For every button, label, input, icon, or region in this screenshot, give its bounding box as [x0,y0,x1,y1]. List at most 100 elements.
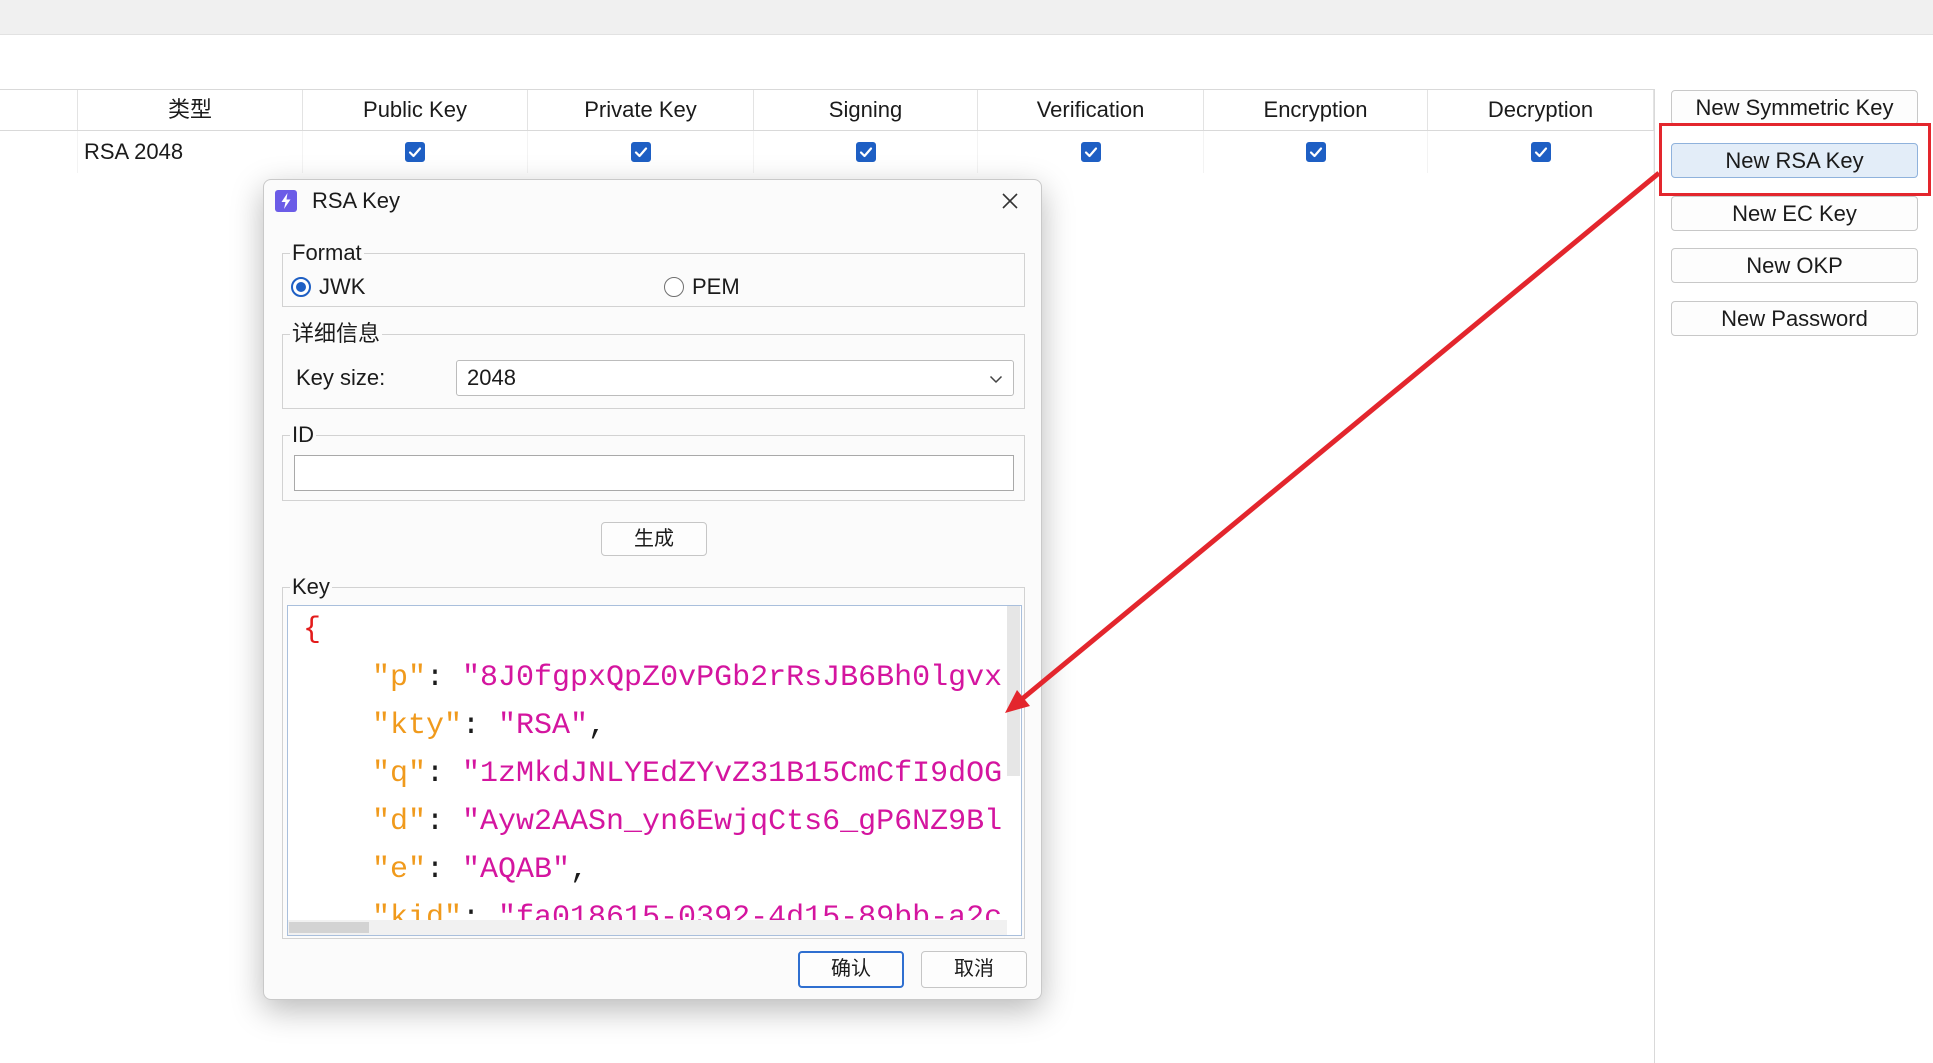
check-icon [634,147,647,158]
format-option-pem[interactable]: PEM [664,274,740,300]
json-comma: , [570,853,589,887]
cell-decryption [1428,131,1654,173]
json-line: "d": "Ayw2AASn_yn6EwjqCts6_gP6NZ9Bl [288,798,1007,846]
json-colon: : [462,709,481,743]
verification-checkbox[interactable] [1080,142,1101,162]
column-header-encryption[interactable]: Encryption [1204,90,1428,130]
check-icon [859,147,872,158]
close-button[interactable] [999,190,1021,212]
column-header-type[interactable]: 类型 [78,90,303,130]
json-comma: , [588,709,607,743]
json-line: "q": "1zMkdJNLYEdZYvZ31B15CmCfI9dOG [288,750,1007,798]
cell-verification [978,131,1204,173]
close-icon [1002,193,1018,209]
column-header-signing[interactable]: Signing [754,90,978,130]
json-value: "AQAB" [462,853,571,887]
json-key: "kty" [372,709,463,743]
column-header-private-key[interactable]: Private Key [528,90,754,130]
side-panel: New Symmetric Key New RSA Key New EC Key… [1654,89,1933,1063]
key-group: Key { "p": "8J0fgpxQpZ0vPGb2rRsJB6Bh0lgvx… [282,574,1025,939]
id-group-label: ID [290,422,316,448]
table-row[interactable]: RSA 2048 [0,131,1654,173]
key-size-label: Key size: [296,365,386,390]
arrow-shaft [1020,171,1661,701]
json-line: "p": "8J0fgpxQpZ0vPGb2rRsJB6Bh0lgvxl [288,654,1007,702]
generate-button[interactable]: 生成 [601,522,707,556]
top-toolbar [0,0,1933,35]
horizontal-scrollbar[interactable] [288,920,1007,935]
keys-table: 类型 Public Key Private Key Signing Verifi… [0,89,1654,173]
radio-pem[interactable] [664,277,684,297]
check-icon [1534,147,1547,158]
decryption-checkbox[interactable] [1530,142,1551,162]
json-value: "Ayw2AASn_yn6EwjqCts6_gP6NZ9Bl [462,805,1003,839]
key-text-content: { "p": "8J0fgpxQpZ0vPGb2rRsJB6Bh0lgvxl "k… [288,606,1007,921]
radio-jwk-label: JWK [319,274,366,299]
highlight-box [1659,123,1931,196]
json-line: "kty": "RSA", [288,702,1007,750]
json-key: "q" [372,757,427,791]
signing-checkbox[interactable] [855,142,876,162]
json-key: "p" [372,661,427,695]
key-group-label: Key [290,574,332,600]
json-colon: : [426,805,445,839]
cell-private-key [528,131,754,173]
cell-type: RSA 2048 [78,131,303,173]
id-input[interactable] [294,455,1014,491]
private-key-checkbox[interactable] [630,142,651,162]
check-icon [1309,147,1322,158]
json-key: "d" [372,805,427,839]
key-text-area[interactable]: { "p": "8J0fgpxQpZ0vPGb2rRsJB6Bh0lgvxl "k… [287,605,1022,936]
dialog-title-bar[interactable]: RSA Key [264,180,1041,223]
lightning-icon [275,190,297,212]
column-header-index [0,90,78,130]
cell-public-key [303,131,528,173]
new-okp-button[interactable]: New OKP [1671,248,1918,283]
cancel-button[interactable]: 取消 [921,951,1027,988]
column-header-verification[interactable]: Verification [978,90,1204,130]
cell-signing [754,131,978,173]
json-line: "kid": "fa018615-0392-4d15-89bb-a2c [288,894,1007,921]
json-colon: : [426,853,445,887]
radio-pem-label: PEM [692,274,740,299]
column-header-public-key[interactable]: Public Key [303,90,528,130]
json-open-brace: { [303,613,322,647]
json-key: "kid" [372,901,463,921]
radio-jwk[interactable] [291,277,311,297]
json-colon: : [462,901,481,921]
format-group-label: Format [290,240,364,266]
new-symmetric-key-button[interactable]: New Symmetric Key [1671,90,1918,125]
json-colon: : [426,757,445,791]
vertical-scroll-thumb[interactable] [1007,606,1020,776]
vertical-scrollbar[interactable] [1006,606,1021,921]
public-key-checkbox[interactable] [405,142,425,162]
dialog-title: RSA Key [312,188,401,213]
cell-encryption [1204,131,1428,173]
json-line: "e": "AQAB", [288,846,1007,894]
format-group: Format JWK PEM [282,240,1025,307]
encryption-checkbox[interactable] [1305,142,1326,162]
column-header-decryption[interactable]: Decryption [1428,90,1654,130]
check-icon [408,147,422,158]
rsa-key-dialog: RSA Key Format JWK PEM 详细信息 Key size: 20… [263,179,1042,1000]
chevron-down-icon [989,375,1003,384]
json-key: "e" [372,853,427,887]
json-value: "8J0fgpxQpZ0vPGb2rRsJB6Bh0lgvxl [462,661,1007,695]
format-option-jwk[interactable]: JWK [291,274,365,300]
row-index-cell [0,131,78,173]
new-password-button[interactable]: New Password [1671,301,1918,336]
details-group-label: 详细信息 [290,321,383,347]
table-header: 类型 Public Key Private Key Signing Verifi… [0,89,1654,131]
json-colon: : [426,661,445,695]
confirm-button[interactable]: 确认 [798,951,904,988]
check-icon [1084,147,1097,158]
horizontal-scroll-thumb[interactable] [289,922,369,933]
json-value: "1zMkdJNLYEdZYvZ31B15CmCfI9dOG [462,757,1003,791]
key-size-select[interactable]: 2048 [456,360,1014,396]
id-group: ID [282,422,1025,501]
key-size-value: 2048 [467,365,516,390]
json-value: "RSA" [498,709,589,743]
json-value: "fa018615-0392-4d15-89bb-a2c [498,901,1003,921]
new-ec-key-button[interactable]: New EC Key [1671,196,1918,231]
details-group: 详细信息 Key size: 2048 [282,321,1025,409]
